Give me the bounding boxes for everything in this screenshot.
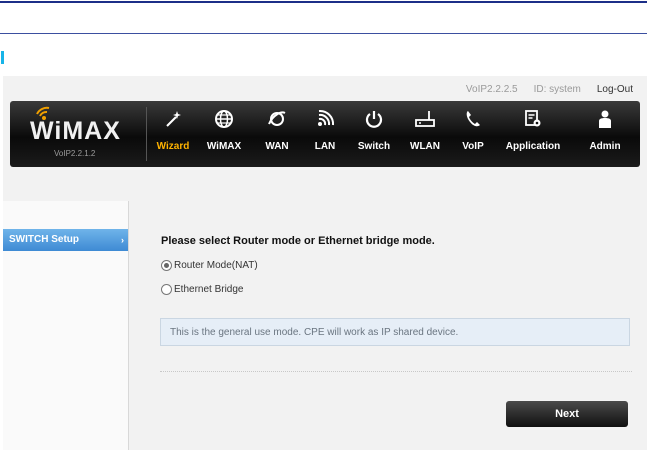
magic-wand-icon	[166, 111, 181, 127]
document-top-rule	[0, 1, 647, 3]
document-section-marker	[1, 51, 4, 64]
phone-icon	[466, 111, 480, 127]
document-gear-icon	[525, 110, 541, 127]
nav-item-voip[interactable]: VoIP	[450, 101, 496, 167]
person-icon	[599, 110, 611, 128]
user-id: ID: system	[533, 84, 581, 95]
ethernet-bridge-option[interactable]: Ethernet Bridge	[161, 284, 244, 295]
nav-item-admin[interactable]: Admin	[570, 101, 640, 167]
nav-label: Wizard	[156, 141, 190, 152]
nav-item-wimax[interactable]: WiMAX	[196, 101, 252, 167]
firmware-version: VoIP2.2.2.5	[465, 84, 518, 95]
nav-divider	[146, 107, 147, 161]
sidebar: SWITCH Setup ›	[3, 201, 129, 450]
sidebar-item-switch-setup[interactable]: SWITCH Setup ›	[3, 229, 128, 251]
globe-icon	[215, 110, 233, 128]
nav-label: WAN	[265, 141, 289, 152]
dotted-divider	[160, 371, 632, 372]
router-mode-label: Router Mode(NAT)	[174, 260, 258, 271]
logo-text: WiMAX	[30, 117, 121, 145]
document-section-rule	[0, 33, 647, 34]
mode-question: Please select Router mode or Ethernet br…	[161, 235, 435, 247]
sidebar-item-label: SWITCH Setup	[9, 234, 79, 245]
ethernet-bridge-label: Ethernet Bridge	[174, 284, 244, 295]
next-button[interactable]: Next	[506, 401, 628, 427]
router-admin-window: VoIP2.2.2.5 ID: system Log-Out WiMAX VoI…	[3, 76, 647, 450]
router-mode-radio[interactable]	[161, 260, 172, 271]
mode-info-box: This is the general use mode. CPE will w…	[160, 318, 630, 346]
chevron-right-icon: ›	[121, 235, 124, 245]
nav-item-application[interactable]: Application	[496, 101, 570, 167]
power-icon	[365, 111, 383, 128]
nav-label: WiMAX	[206, 141, 242, 152]
nav-menu: Wizard WiMAX WAN LAN Switch WLAN VoIP Ap…	[150, 101, 640, 167]
wan-globe-icon	[268, 111, 286, 126]
nav-item-switch[interactable]: Switch	[348, 101, 400, 167]
logo-version: VoIP2.2.1.2	[54, 149, 96, 158]
nav-label: VoIP	[462, 141, 484, 152]
nav-item-wan[interactable]: WAN	[252, 101, 302, 167]
nav-label: Application	[505, 141, 561, 152]
wimax-logo: WiMAX VoIP2.2.1.2	[10, 101, 146, 167]
nav-label: LAN	[314, 141, 336, 152]
nav-item-lan[interactable]: LAN	[302, 101, 348, 167]
ethernet-bridge-radio[interactable]	[161, 284, 172, 295]
nav-item-wlan[interactable]: WLAN	[400, 101, 450, 167]
header-status-bar: VoIP2.2.2.5 ID: system Log-Out	[466, 84, 633, 95]
logout-link[interactable]: Log-Out	[597, 84, 633, 95]
router-mode-option[interactable]: Router Mode(NAT)	[161, 260, 258, 271]
main-navigation-bar: WiMAX VoIP2.2.1.2 Wizard WiMAX WAN LAN S…	[10, 101, 640, 167]
router-icon	[415, 111, 435, 127]
nav-label: WLAN	[410, 141, 440, 152]
nav-item-wizard[interactable]: Wizard	[150, 101, 196, 167]
nav-label: Switch	[357, 141, 391, 152]
signal-waves-icon	[318, 109, 335, 126]
nav-label: Admin	[589, 141, 621, 152]
